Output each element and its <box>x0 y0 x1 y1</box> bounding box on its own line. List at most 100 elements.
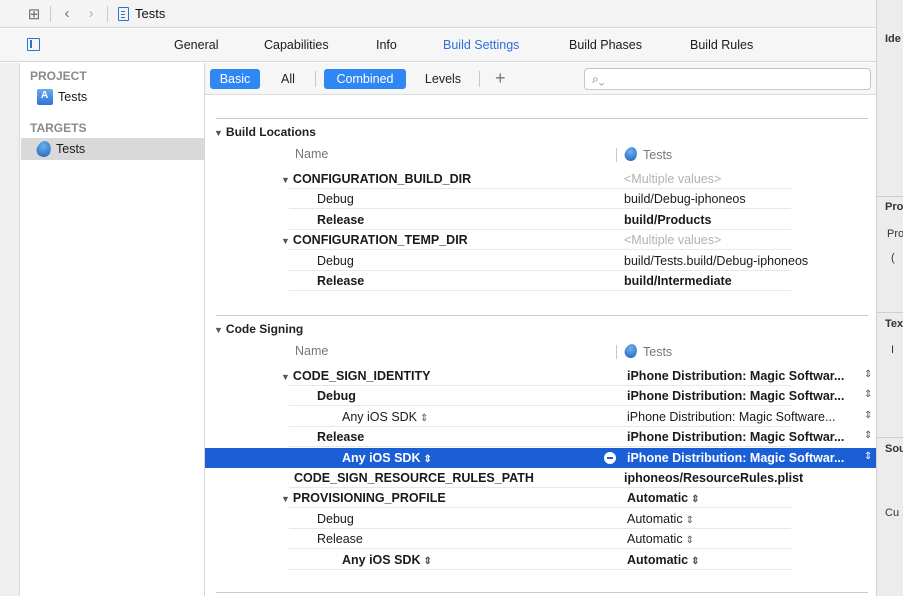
setting-value[interactable]: build/Tests.build/Debug-iphoneos <box>624 254 808 268</box>
inspector-divider <box>877 196 903 197</box>
setting-row[interactable]: ▼ CONFIGURATION_BUILD_DIR <Multiple values… <box>205 169 876 189</box>
setting-row[interactable]: CODE_SIGN_RESOURCE_RULES_PATH iphoneos/Re… <box>205 468 876 488</box>
setting-name: Debug <box>317 192 354 206</box>
setting-value[interactable]: Automatic ⇕ <box>627 491 700 505</box>
column-header-target[interactable]: Tests <box>622 145 672 163</box>
tab-build-phases[interactable]: Build Phases <box>569 38 642 52</box>
value-stepper-icon[interactable]: ⇕ <box>691 556 699 567</box>
all-button[interactable]: All <box>272 69 304 89</box>
back-arrow-icon[interactable]: ‹ <box>55 2 79 26</box>
row-separator <box>289 446 791 447</box>
jump-bar-title[interactable]: Tests <box>135 6 165 21</box>
setting-row[interactable]: Any iOS SDK ⇕ iPhone Distribution: Magic S… <box>205 407 876 427</box>
sidebar-toggle-icon[interactable] <box>27 38 40 51</box>
forward-arrow-icon[interactable]: › <box>79 2 103 26</box>
combined-button[interactable]: Combined <box>324 69 406 89</box>
setting-row[interactable]: Release iPhone Distribution: Magic Softwa… <box>205 427 876 447</box>
disclosure-triangle-icon[interactable]: ▼ <box>214 128 223 138</box>
project-file-icon <box>118 6 129 21</box>
disclosure-triangle-icon[interactable]: ▼ <box>281 372 290 382</box>
setting-value[interactable]: Automatic ⇕ <box>627 512 694 526</box>
setting-value[interactable]: build/Products <box>624 213 712 227</box>
sdk-stepper-icon[interactable]: ⇕ <box>420 413 428 424</box>
popup-stepper-icon[interactable]: ⇕ <box>864 430 872 441</box>
setting-name: Release <box>317 274 364 288</box>
setting-name: Any iOS SDK ⇕ <box>342 410 428 424</box>
setting-row[interactable]: Any iOS SDK ⇕ Automatic ⇕ <box>205 550 876 570</box>
setting-name: Debug <box>317 389 356 403</box>
related-items-icon[interactable]: ⊞ <box>22 2 46 26</box>
setting-name-label: Debug <box>317 254 354 268</box>
setting-name-label: CONFIGURATION_TEMP_DIR <box>292 233 468 247</box>
inspector-label: Cu <box>885 507 900 519</box>
column-divider <box>616 148 617 162</box>
setting-row[interactable]: Debug build/Debug-iphoneos <box>205 189 876 209</box>
setting-row[interactable]: Any iOS SDK ⇕ iPhone Distribution: Magic S… <box>205 448 876 468</box>
disclosure-triangle-icon[interactable]: ▼ <box>214 325 223 335</box>
add-setting-icon[interactable]: + <box>495 68 506 89</box>
sdk-stepper-icon[interactable]: ⇕ <box>424 556 432 567</box>
setting-row[interactable]: Debug iPhone Distribution: Magic Softwar.… <box>205 386 876 406</box>
setting-name-label: Release <box>317 213 365 227</box>
setting-value[interactable]: Automatic ⇕ <box>627 553 700 567</box>
remove-condition-icon[interactable] <box>604 452 616 464</box>
disclosure-triangle-icon[interactable]: ▼ <box>281 494 290 504</box>
filter-divider <box>315 71 316 87</box>
popup-stepper-icon[interactable]: ⇕ <box>864 410 872 421</box>
setting-row[interactable]: Debug Automatic ⇕ <box>205 509 876 529</box>
build-settings-editor: ▼ Build Locations Name Tests ▼ CONFIGURATION_… <box>205 96 876 596</box>
sdk-stepper-icon[interactable]: ⇕ <box>424 454 432 465</box>
setting-name-label: Release <box>317 430 365 444</box>
setting-value[interactable]: iPhone Distribution: Magic Softwar... <box>627 430 844 444</box>
targets-header: TARGETS <box>30 121 87 135</box>
search-field[interactable]: ⌕⌄ <box>584 68 871 90</box>
column-header-name[interactable]: Name <box>295 344 328 358</box>
setting-row[interactable]: ▼ CODE_SIGN_IDENTITY iPhone Distribution: … <box>205 366 876 386</box>
column-header-name[interactable]: Name <box>295 147 328 161</box>
setting-value[interactable]: build/Intermediate <box>624 274 732 288</box>
setting-name-label: Any iOS SDK <box>342 451 421 465</box>
popup-stepper-icon[interactable]: ⇕ <box>864 369 872 380</box>
setting-value[interactable]: iphoneos/ResourceRules.plist <box>624 471 803 485</box>
popup-stepper-icon[interactable]: ⇕ <box>864 451 872 462</box>
setting-value[interactable]: iPhone Distribution: Magic Software... <box>627 410 835 424</box>
tab-build-settings[interactable]: Build Settings <box>443 38 519 52</box>
levels-button[interactable]: Levels <box>416 69 470 89</box>
setting-name: Debug <box>317 254 354 268</box>
section-title[interactable]: ▼ Code Signing <box>214 322 303 336</box>
value-stepper-icon[interactable]: ⇕ <box>686 535 694 546</box>
value-stepper-icon[interactable]: ⇕ <box>691 494 699 505</box>
popup-stepper-icon[interactable]: ⇕ <box>864 389 872 400</box>
tab-capabilities[interactable]: Capabilities <box>264 38 329 52</box>
setting-row[interactable]: Debug build/Tests.build/Debug-iphoneos <box>205 251 876 271</box>
setting-value[interactable]: build/Debug-iphoneos <box>624 192 746 206</box>
disclosure-triangle-icon[interactable]: ▼ <box>281 236 290 246</box>
setting-row[interactable]: Release Automatic ⇕ <box>205 529 876 549</box>
setting-value[interactable]: iPhone Distribution: Magic Softwar... <box>627 389 844 403</box>
disclosure-triangle-icon[interactable]: ▼ <box>281 175 290 185</box>
setting-row[interactable]: ▼ PROVISIONING_PROFILE Automatic ⇕ <box>205 488 876 508</box>
setting-value[interactable]: <Multiple values> <box>624 172 721 186</box>
inspector-label: I <box>891 344 895 356</box>
setting-row[interactable]: ▼ CONFIGURATION_TEMP_DIR <Multiple values> <box>205 230 876 250</box>
setting-value[interactable]: iPhone Distribution: Magic Softwar... <box>627 369 844 383</box>
setting-row[interactable]: Release build/Intermediate <box>205 271 876 291</box>
basic-button[interactable]: Basic <box>210 69 260 89</box>
sidebar-item-target[interactable]: Tests <box>21 138 204 160</box>
inspector-panel: Ide Pro Pro (Tex I Sou Cu <box>876 0 903 596</box>
value-stepper-icon[interactable]: ⇕ <box>686 515 694 526</box>
setting-value-label: iPhone Distribution: Magic Softwar... <box>627 451 845 465</box>
sidebar-item-project[interactable]: Tests <box>21 86 204 108</box>
setting-name: Release <box>317 213 364 227</box>
setting-value[interactable]: iPhone Distribution: Magic Softwar... <box>627 451 844 465</box>
setting-value[interactable]: Automatic ⇕ <box>627 532 694 546</box>
setting-value[interactable]: <Multiple values> <box>624 233 721 247</box>
setting-name: ▼ CONFIGURATION_BUILD_DIR <box>281 172 471 186</box>
row-separator <box>289 507 791 508</box>
column-header-target[interactable]: Tests <box>622 342 672 360</box>
tab-build-rules[interactable]: Build Rules <box>690 38 753 52</box>
setting-row[interactable]: Release build/Products <box>205 210 876 230</box>
tab-info[interactable]: Info <box>376 38 397 52</box>
tab-general[interactable]: General <box>174 38 218 52</box>
section-title[interactable]: ▼ Build Locations <box>214 125 316 139</box>
